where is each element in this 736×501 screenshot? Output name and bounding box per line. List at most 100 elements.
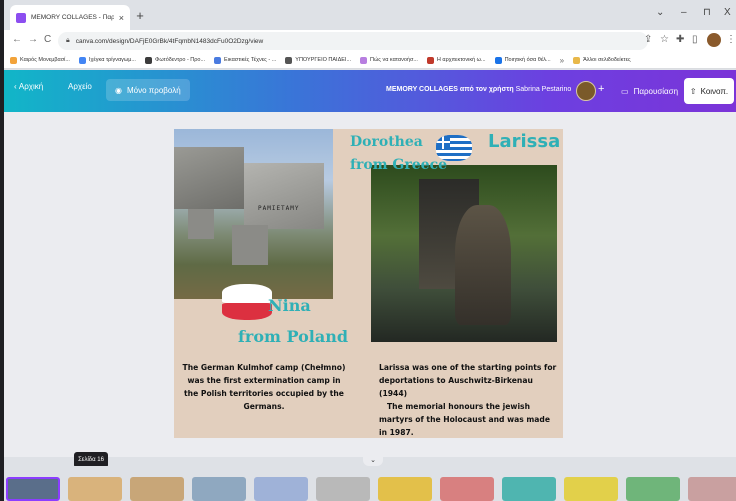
bookmark-label: Ιχέγκα τρίγναγωμ... [88, 57, 136, 63]
present-icon: ▭ [621, 86, 629, 96]
sidepanel-icon[interactable]: ▯ [692, 34, 698, 45]
bookmark-label: Καιρός Μονεμβασί... [20, 57, 70, 63]
page-thumbnail[interactable] [192, 477, 246, 501]
page-thumbnail[interactable] [6, 477, 60, 501]
bookmark-favicon-icon [360, 56, 368, 64]
bookmark-item[interactable]: Ιχέγκα τρίγναγωμ... [78, 56, 136, 64]
page-thumbnail[interactable] [688, 477, 736, 501]
bookmark-label: Φωτόδεντρο - Προ... [154, 57, 206, 63]
file-menu-button[interactable]: Αρχείο [68, 82, 92, 91]
monument-pillar [188, 209, 214, 239]
flag-white-band [222, 284, 272, 303]
bookmark-item[interactable]: Η αρχιτεκτονική ω... [426, 56, 486, 64]
bookmark-item[interactable]: Καιρός Μονεμβασί... [10, 56, 70, 64]
other-bookmarks-label: Άλλοι σελιδοδείκτες [583, 57, 631, 63]
page-thumbnail[interactable] [130, 477, 184, 501]
caption-larissa-line-2: The memorial honours the jewish martyrs … [379, 402, 551, 437]
forward-icon[interactable]: → [28, 34, 38, 45]
browser-tab[interactable]: MEMORY COLLAGES - Παρουσίασ... × [10, 5, 130, 30]
label-nina: Nina [268, 296, 311, 315]
bookmark-item[interactable]: Πώς να κατανοήσ... [360, 56, 418, 64]
kulmhof-monument-photo: PAMIETAMY [174, 129, 333, 299]
label-larissa: Larissa [488, 131, 561, 152]
extensions-icon[interactable]: ✚ [676, 34, 684, 45]
design-title-text: MEMORY COLLAGES από τον χρήστη [386, 86, 514, 93]
new-tab-button[interactable]: + [132, 8, 148, 23]
browser-window: MEMORY COLLAGES - Παρουσίασ... × + ⌄ – ⊓… [4, 0, 736, 501]
tab-title: MEMORY COLLAGES - Παρουσίασ... [31, 14, 114, 21]
caption-kulmhof: The German Kulmhof camp (Chełmno) was th… [182, 363, 346, 411]
chrome-menu-icon[interactable]: ⋮ [726, 34, 736, 45]
page-thumbnail[interactable] [502, 477, 556, 501]
monument-block-right [244, 163, 324, 229]
page-thumbnail[interactable] [254, 477, 308, 501]
label-from-poland: from Poland [238, 327, 349, 346]
flag-red-band [222, 303, 272, 320]
bookmark-item[interactable]: Εικαστικές Τέχνες - ... [214, 56, 277, 64]
bookmark-label: Ποιητική όσα θέλ... [504, 57, 551, 63]
poland-flag-icon [222, 284, 272, 322]
bookmark-item[interactable]: Ποιητική όσα θέλ... [494, 56, 551, 64]
page-thumbnail[interactable] [316, 477, 370, 501]
present-label: Παρουσίαση [633, 86, 679, 96]
tab-search-icon[interactable]: ⌄ [656, 7, 664, 18]
minimize-button[interactable]: – [681, 7, 687, 18]
bookmark-favicon-icon [426, 56, 434, 64]
bookmark-label: Η αρχιτεκτονική ω... [436, 57, 486, 63]
caption-larissa-line-1: Larissa was one of the starting points f… [379, 363, 557, 398]
page-thumbnail[interactable] [626, 477, 680, 501]
collapse-filmstrip-button[interactable]: ⌄ [363, 456, 383, 466]
eye-icon: ◉ [115, 85, 122, 95]
monument-block-left [174, 147, 244, 209]
bookmark-favicon-icon [10, 56, 17, 64]
memorial-figure [455, 205, 511, 325]
chevron-left-icon: ‹ [14, 82, 17, 91]
other-bookmarks[interactable]: Άλλοι σελιδοδείκτες [573, 56, 631, 64]
larissa-memorial-photo [371, 165, 557, 342]
slide-page[interactable]: PAMIETAMY Dorothea from Greece Larissa N… [174, 129, 563, 438]
close-tab-icon[interactable]: × [119, 13, 124, 23]
close-window-button[interactable]: X [724, 7, 731, 18]
home-label: Αρχική [18, 82, 44, 91]
page-thumbnail[interactable] [564, 477, 618, 501]
address-bar-row: ← → C 🔒︎ canva.com/design/DAFjE0GrBk/4tF… [4, 30, 736, 52]
bookmarks-overflow-button[interactable]: » [560, 56, 564, 65]
bookmark-favicon-icon [285, 56, 293, 64]
share-label: Κοινοπ. [700, 86, 729, 96]
design-title: MEMORY COLLAGES από τον χρήστη Sabrina P… [386, 86, 571, 93]
add-collaborator-button[interactable]: + [598, 83, 604, 95]
collaborator-avatar[interactable] [576, 81, 596, 101]
restore-button[interactable]: ⊓ [703, 7, 711, 18]
folder-icon [573, 56, 581, 64]
tab-strip: MEMORY COLLAGES - Παρουσίασ... × + ⌄ – ⊓… [4, 0, 736, 30]
back-icon[interactable]: ← [12, 34, 22, 45]
flag-canton [436, 135, 450, 149]
url-text: canva.com/design/DAFjE0GrBk/4tFqmbN1483d… [75, 37, 264, 45]
bookmark-item[interactable]: Φωτόδεντρο - Προ... [144, 56, 206, 64]
home-button[interactable]: ‹ Αρχική [14, 82, 43, 91]
bookmark-star-icon[interactable]: ☆ [660, 34, 669, 45]
canva-header: ‹ Αρχική Αρχείο ◉ Μόνο προβολή MEMORY CO… [4, 70, 736, 112]
page-thumbnail[interactable] [68, 477, 122, 501]
monument-inscription: PAMIETAMY [258, 205, 300, 212]
omnibox[interactable]: 🔒︎ canva.com/design/DAFjE0GrBk/4tFqmbN14… [58, 32, 648, 50]
profile-avatar[interactable] [707, 33, 721, 47]
reload-icon[interactable]: C [44, 34, 51, 45]
share-button[interactable]: ⇧ Κοινοπ. [684, 78, 734, 104]
page-filmstrip [4, 466, 736, 501]
page-thumbnail[interactable] [378, 477, 432, 501]
bookmark-favicon-icon [214, 56, 222, 64]
bookmark-label: Εικαστικές Τέχνες - ... [224, 57, 277, 63]
page-thumbnail[interactable] [440, 477, 494, 501]
greece-flag-icon [436, 135, 472, 161]
view-only-label: Μόνο προβολή [126, 85, 181, 95]
bookmark-favicon-icon [494, 56, 502, 64]
share-page-icon[interactable]: ⇪ [644, 34, 652, 45]
bookmark-favicon-icon [78, 56, 86, 64]
lock-icon: 🔒︎ [66, 37, 70, 44]
present-button[interactable]: ▭ Παρουσίαση [615, 80, 684, 102]
view-only-button[interactable]: ◉ Μόνο προβολή [106, 79, 190, 101]
canvas-area: PAMIETAMY Dorothea from Greece Larissa N… [4, 112, 736, 457]
bookmark-label: ΥΠΟΥΡΓΕΙΟ ΠΑΙΔΕΙ... [295, 57, 352, 63]
bookmark-item[interactable]: ΥΠΟΥΡΓΕΙΟ ΠΑΙΔΕΙ... [285, 56, 352, 64]
